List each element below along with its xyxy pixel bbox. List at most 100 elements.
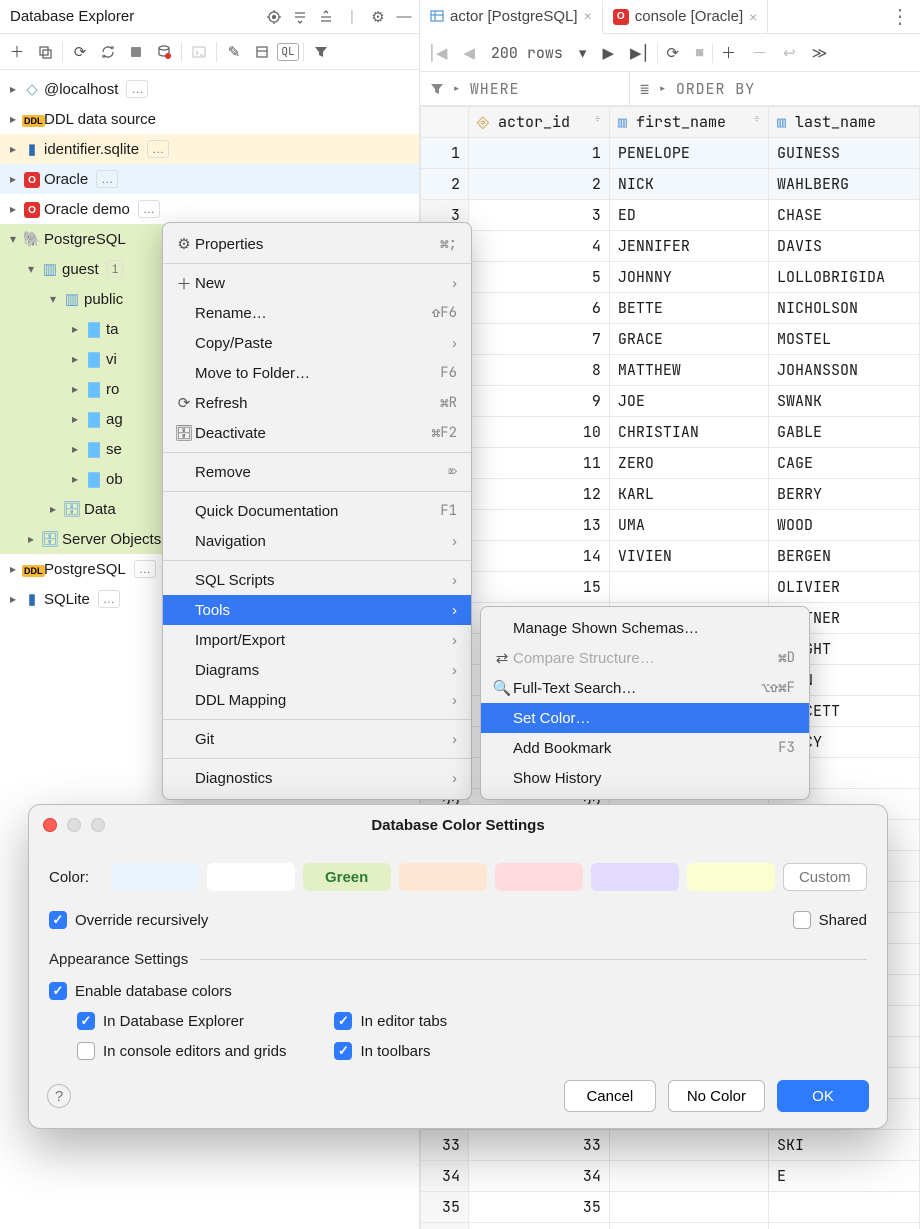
- cell-first-name[interactable]: UMA: [609, 510, 768, 541]
- color-swatch[interactable]: [207, 863, 295, 891]
- cell-last-name[interactable]: WOOD: [768, 510, 919, 541]
- cell-first-name[interactable]: BETTE: [609, 293, 768, 324]
- cell-last-name[interactable]: SKI: [768, 1130, 919, 1161]
- prev-page-icon[interactable]: ◀: [463, 44, 475, 62]
- chevron-icon[interactable]: ▸: [24, 532, 38, 546]
- menu-item[interactable]: Copy/Paste›: [163, 328, 471, 358]
- menu-item[interactable]: Rename…⇧F6: [163, 298, 471, 328]
- chevron-icon[interactable]: ▸: [68, 322, 82, 336]
- color-swatch[interactable]: Green: [303, 863, 391, 891]
- cell-last-name[interactable]: GABLE: [768, 417, 919, 448]
- jump-to-console-button[interactable]: [186, 39, 212, 65]
- cell-actor-id[interactable]: 10: [469, 417, 610, 448]
- ok-button[interactable]: OK: [777, 1080, 869, 1112]
- cell-actor-id[interactable]: 13: [469, 510, 610, 541]
- cell-actor-id[interactable]: 12: [469, 479, 610, 510]
- tab-console[interactable]: O console [Oracle] ×: [603, 0, 769, 33]
- override-recursively-checkbox[interactable]: Override recursively: [49, 911, 208, 929]
- row-header[interactable]: [421, 107, 469, 138]
- minimize-icon[interactable]: [67, 818, 81, 832]
- reload-icon[interactable]: ⟳: [666, 44, 679, 62]
- chevron-icon[interactable]: ▸: [68, 472, 82, 486]
- table-row[interactable]: 3333SKI: [421, 1130, 920, 1161]
- table-row[interactable]: 55JOHNNYLOLLOBRIGIDA: [421, 262, 920, 293]
- chevron-icon[interactable]: ▾: [24, 262, 38, 276]
- filter-button[interactable]: [308, 39, 334, 65]
- edit-button[interactable]: ✎: [221, 39, 247, 65]
- cell-actor-id[interactable]: 11: [469, 448, 610, 479]
- chevron-icon[interactable]: ▸: [6, 592, 20, 606]
- table-row[interactable]: 11PENELOPEGUINESS: [421, 138, 920, 169]
- column-header-first-name[interactable]: ▥ first_name ÷: [609, 107, 768, 138]
- menu-item[interactable]: ⚙Properties⌘;: [163, 229, 471, 259]
- more-icon[interactable]: ≫: [812, 44, 828, 62]
- menu-item[interactable]: ＋New›: [163, 268, 471, 298]
- cell-first-name[interactable]: MATTHEW: [609, 355, 768, 386]
- menu-item[interactable]: Quick DocumentationF1: [163, 496, 471, 526]
- table-row[interactable]: 3636PECK: [421, 1223, 920, 1229]
- cell-last-name[interactable]: PECK: [768, 1223, 919, 1229]
- table-row[interactable]: 1111ZEROCAGE: [421, 448, 920, 479]
- menu-item[interactable]: Move to Folder…F6: [163, 358, 471, 388]
- cell-first-name[interactable]: [609, 1192, 768, 1223]
- cell-actor-id[interactable]: 7: [469, 324, 610, 355]
- table-row[interactable]: 1515OLIVIER: [421, 572, 920, 603]
- minimize-icon[interactable]: —: [395, 8, 413, 26]
- close-icon[interactable]: ×: [584, 8, 592, 24]
- first-page-icon[interactable]: ⎮◀: [428, 44, 447, 62]
- table-row[interactable]: 3535: [421, 1192, 920, 1223]
- table-row[interactable]: 77GRACEMOSTEL: [421, 324, 920, 355]
- menu-item[interactable]: Import/Export›: [163, 625, 471, 655]
- chevron-icon[interactable]: ▾: [6, 232, 20, 246]
- in-explorer-checkbox[interactable]: In Database Explorer: [77, 1012, 244, 1030]
- menu-item[interactable]: Set Color…: [481, 703, 809, 733]
- cell-actor-id[interactable]: 33: [469, 1130, 610, 1161]
- color-swatch[interactable]: [687, 863, 775, 891]
- menu-item[interactable]: Git›: [163, 724, 471, 754]
- table-row[interactable]: 1414VIVIENBERGEN: [421, 541, 920, 572]
- menu-item[interactable]: Navigation›: [163, 526, 471, 556]
- cell-actor-id[interactable]: 35: [469, 1192, 610, 1223]
- cell-last-name[interactable]: WAHLBERG: [768, 169, 919, 200]
- cell-first-name[interactable]: JENNIFER: [609, 231, 768, 262]
- cell-last-name[interactable]: CHASE: [768, 200, 919, 231]
- cell-last-name[interactable]: GUINESS: [768, 138, 919, 169]
- table-row[interactable]: 1212KARLBERRY: [421, 479, 920, 510]
- cell-last-name[interactable]: JOHANSSON: [768, 355, 919, 386]
- cell-last-name[interactable]: NICHOLSON: [768, 293, 919, 324]
- color-swatch[interactable]: [399, 863, 487, 891]
- expand-icon[interactable]: [317, 8, 335, 26]
- cell-first-name[interactable]: ZERO: [609, 448, 768, 479]
- duplicate-button[interactable]: [32, 39, 58, 65]
- chevron-icon[interactable]: ▸: [6, 202, 20, 216]
- table-row[interactable]: 66BETTENICHOLSON: [421, 293, 920, 324]
- tree-node[interactable]: ▸◇@localhost…: [0, 74, 419, 104]
- menu-item[interactable]: 🗄Deactivate⌘F2: [163, 418, 471, 448]
- chevron-icon[interactable]: ▸: [6, 172, 20, 186]
- table-row[interactable]: 22NICKWAHLBERG: [421, 169, 920, 200]
- menu-item[interactable]: 🔍Full-Text Search…⌥⇧⌘F: [481, 673, 809, 703]
- add-row-icon[interactable]: ＋: [721, 42, 736, 63]
- cell-last-name[interactable]: SWANK: [768, 386, 919, 417]
- cell-actor-id[interactable]: 1: [469, 138, 610, 169]
- in-tabs-checkbox[interactable]: In editor tabs: [334, 1012, 447, 1030]
- deactivate-button[interactable]: [151, 39, 177, 65]
- chevron-icon[interactable]: ▾: [46, 292, 60, 306]
- context-submenu-tools[interactable]: Manage Shown Schemas…⇄Compare Structure……: [480, 606, 810, 800]
- revert-icon[interactable]: ↩: [783, 44, 796, 62]
- no-color-button[interactable]: No Color: [668, 1080, 765, 1112]
- table-row[interactable]: 3434E: [421, 1161, 920, 1192]
- cell-last-name[interactable]: MOSTEL: [768, 324, 919, 355]
- cell-last-name[interactable]: LOLLOBRIGIDA: [768, 262, 919, 293]
- stop-icon[interactable]: ■: [695, 44, 704, 61]
- chevron-icon[interactable]: ▸: [6, 142, 20, 156]
- cell-actor-id[interactable]: 34: [469, 1161, 610, 1192]
- refresh-button[interactable]: ⟳: [67, 39, 93, 65]
- locate-icon[interactable]: [265, 8, 283, 26]
- menu-item[interactable]: Show History: [481, 763, 809, 793]
- cell-first-name[interactable]: KARL: [609, 479, 768, 510]
- cell-last-name[interactable]: [768, 1192, 919, 1223]
- shared-checkbox[interactable]: Shared: [793, 911, 867, 929]
- table-row[interactable]: 1313UMAWOOD: [421, 510, 920, 541]
- table-row[interactable]: 88MATTHEWJOHANSSON: [421, 355, 920, 386]
